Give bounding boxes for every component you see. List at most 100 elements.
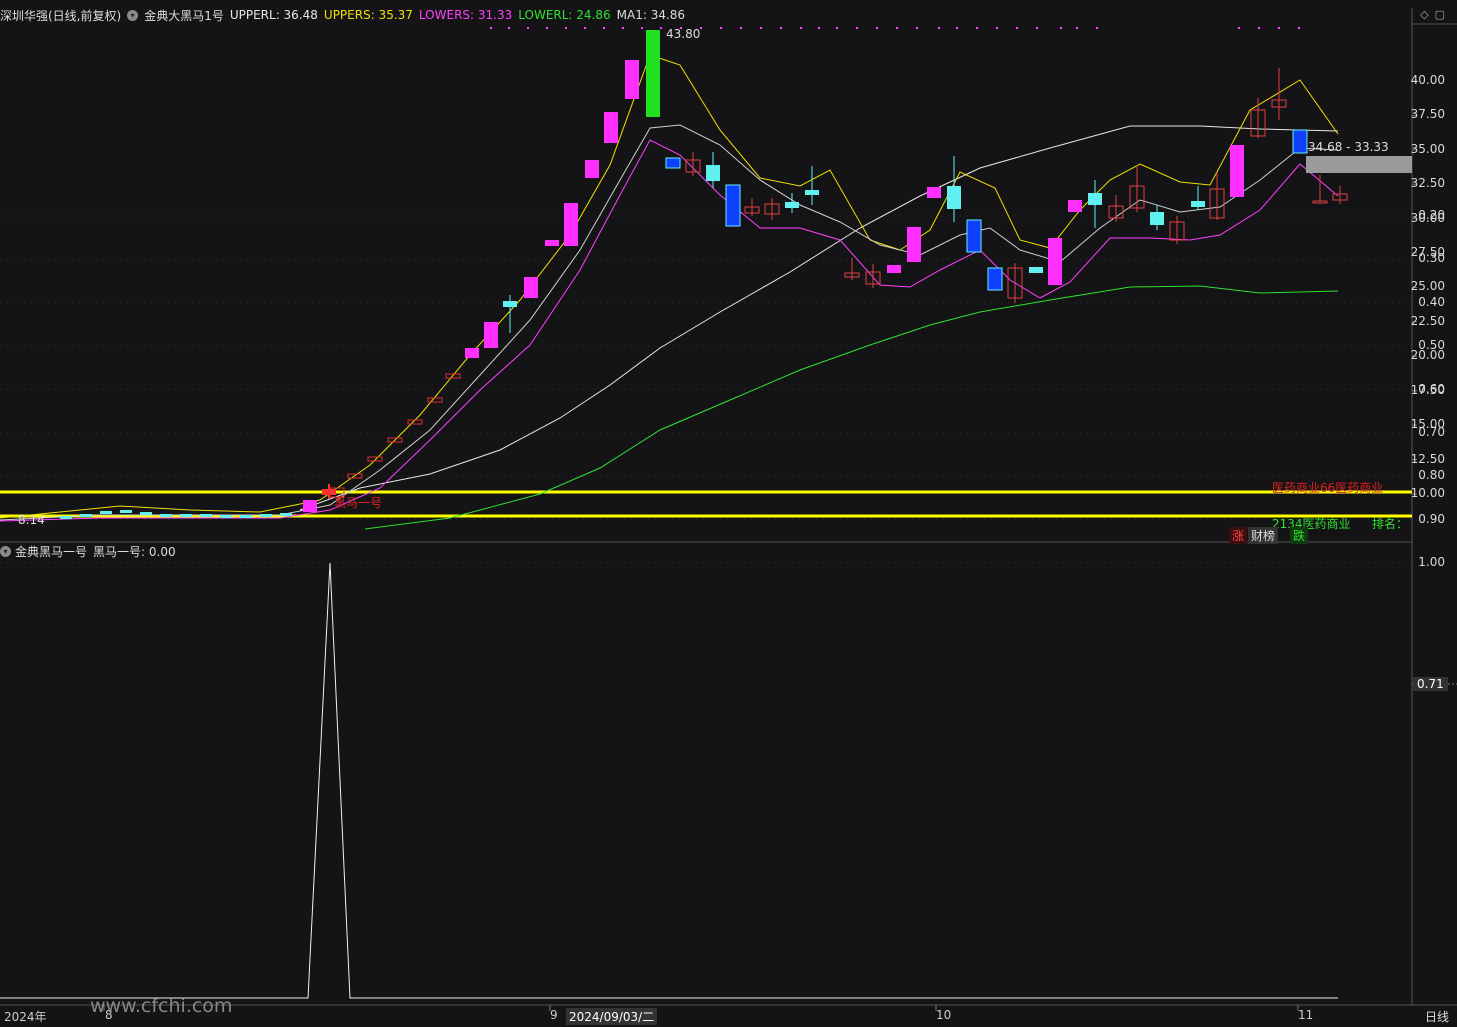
signal-dot bbox=[1096, 27, 1098, 29]
heima-signal-line bbox=[0, 562, 1338, 999]
candle-body bbox=[200, 514, 212, 517]
candle-body bbox=[303, 500, 317, 512]
signal-dot bbox=[876, 27, 878, 29]
min-price-label: 8.14 bbox=[18, 513, 45, 527]
candle-body bbox=[120, 510, 132, 513]
stock-name[interactable]: 深圳华强(日线,前复权) bbox=[0, 7, 121, 24]
candle-body bbox=[1230, 145, 1244, 197]
window-controls: ◇ ▢ bbox=[1420, 8, 1445, 21]
main-chart-svg[interactable] bbox=[0, 0, 1457, 1027]
candle-body bbox=[1048, 238, 1062, 285]
sub-value-label: 黑马一号: 0.00 bbox=[93, 544, 176, 559]
signal-dot bbox=[1016, 27, 1018, 29]
diamond-icon[interactable]: ◇ bbox=[1420, 8, 1428, 21]
y-tick-label: 25.00 bbox=[1410, 279, 1445, 294]
signal-dot bbox=[490, 27, 492, 29]
y-tick-label: 32.50 bbox=[1410, 176, 1445, 191]
chart-header: 深圳华强(日线,前复权) ▾ 金典大黑马1号 UPPERL: 36.48 UPP… bbox=[0, 6, 691, 24]
rise-button[interactable]: 涨 bbox=[1229, 527, 1248, 544]
candle-body bbox=[545, 240, 559, 246]
signal-dot bbox=[1238, 27, 1240, 29]
candle-body bbox=[60, 516, 72, 519]
candle-body bbox=[966, 219, 982, 253]
signal-dot bbox=[1036, 27, 1038, 29]
signal-dot bbox=[508, 27, 510, 29]
signal-dot bbox=[1298, 27, 1300, 29]
finance-rank-button[interactable]: 财榜 bbox=[1248, 527, 1279, 544]
maximize-icon[interactable]: ▢ bbox=[1435, 8, 1445, 21]
candle-body bbox=[1088, 193, 1102, 205]
sub-y-tick-label: 0.90 bbox=[1418, 511, 1445, 526]
candle-body bbox=[1150, 212, 1164, 225]
sub-indicator-name[interactable]: 金典黑马一号 bbox=[15, 543, 87, 560]
candle-body bbox=[887, 265, 901, 273]
fall-button[interactable]: 跌 bbox=[1290, 527, 1309, 544]
candle-body bbox=[465, 348, 479, 358]
signal-dot bbox=[1278, 27, 1280, 29]
sector-label: 医药商业66医药商业 bbox=[1272, 481, 1384, 495]
signal-dot bbox=[916, 27, 918, 29]
candle-body bbox=[524, 277, 538, 298]
signal-dot bbox=[1258, 27, 1260, 29]
signal-dot bbox=[780, 27, 782, 29]
candle-body bbox=[706, 165, 720, 181]
range-label: 34.68 - 33.33 bbox=[1308, 140, 1389, 154]
signal-dot bbox=[996, 27, 998, 29]
watermark: www.cfchi.com bbox=[90, 995, 233, 1017]
upperl-label: UPPERL: 36.48 bbox=[229, 8, 318, 22]
candle-body bbox=[503, 301, 517, 307]
y-tick-label: 37.50 bbox=[1410, 107, 1445, 122]
candle-body bbox=[1191, 201, 1205, 207]
period-button[interactable]: 日线 bbox=[1425, 1008, 1449, 1025]
chevron-down-icon[interactable]: ▾ bbox=[0, 545, 11, 557]
sub-y-tick-label: 1.00 bbox=[1418, 555, 1445, 569]
sub-y-tick-label: 0.80 bbox=[1418, 468, 1445, 483]
rank-label: 排名： bbox=[1372, 517, 1409, 531]
candle-body bbox=[280, 513, 292, 516]
x-label-oct: 10 bbox=[936, 1008, 952, 1022]
signal-dot bbox=[976, 27, 978, 29]
candle-body bbox=[484, 322, 498, 348]
signal-dot bbox=[641, 27, 643, 29]
signal-dot bbox=[1076, 27, 1078, 29]
sub-y-tick-label: 0.60 bbox=[1418, 381, 1445, 396]
max-price-label: 43.80 bbox=[666, 27, 701, 41]
signal-dot bbox=[720, 27, 722, 29]
lowerl-label: LOWERL: 24.86 bbox=[518, 8, 611, 22]
candle-body bbox=[1029, 267, 1043, 273]
x-label-2024: 2024年 bbox=[4, 1010, 47, 1024]
candle-body bbox=[947, 186, 961, 209]
candle-body bbox=[927, 187, 941, 198]
sub-y-tick-label: 0.50 bbox=[1418, 338, 1445, 353]
candle-body bbox=[907, 227, 921, 262]
candle-body bbox=[160, 514, 172, 517]
signal-dot bbox=[760, 27, 762, 29]
signal-dot bbox=[896, 27, 898, 29]
signal-dot bbox=[660, 27, 662, 29]
upperl-line bbox=[299, 125, 1339, 511]
sub-cursor-value: 0.71 bbox=[1413, 677, 1448, 691]
sub-chart-header: ▾ 金典黑马一号 黑马一号: 0.00 bbox=[0, 543, 176, 559]
candle-body bbox=[725, 184, 741, 227]
y-tick-label: 35.00 bbox=[1410, 141, 1445, 156]
signal-dot bbox=[1060, 27, 1062, 29]
candle-body bbox=[220, 515, 232, 518]
signal-dot bbox=[584, 27, 586, 29]
candle-body bbox=[1292, 129, 1308, 154]
candle-body bbox=[427, 397, 443, 403]
lowers-label: LOWERS: 31.33 bbox=[418, 8, 513, 22]
indicator-name[interactable]: 金典大黑马1号 bbox=[144, 7, 224, 24]
candle-body bbox=[1068, 200, 1082, 212]
signal-dot bbox=[527, 27, 529, 29]
chevron-down-icon[interactable]: ▾ bbox=[127, 9, 139, 21]
chart-window: 深圳华强(日线,前复权) ▾ 金典大黑马1号 UPPERL: 36.48 UPP… bbox=[0, 0, 1457, 1027]
candle-body bbox=[646, 30, 660, 117]
candle-body bbox=[785, 202, 799, 208]
x-label-sep: 9 bbox=[550, 1008, 558, 1022]
signal-dot bbox=[603, 27, 605, 29]
signal-label: 黑马一号 bbox=[334, 496, 383, 510]
signal-dot bbox=[836, 27, 838, 29]
candle-body bbox=[987, 267, 1003, 291]
uppers-label: UPPERS: 35.37 bbox=[323, 8, 413, 22]
sub-y-tick-label: 0.20 bbox=[1418, 208, 1445, 222]
